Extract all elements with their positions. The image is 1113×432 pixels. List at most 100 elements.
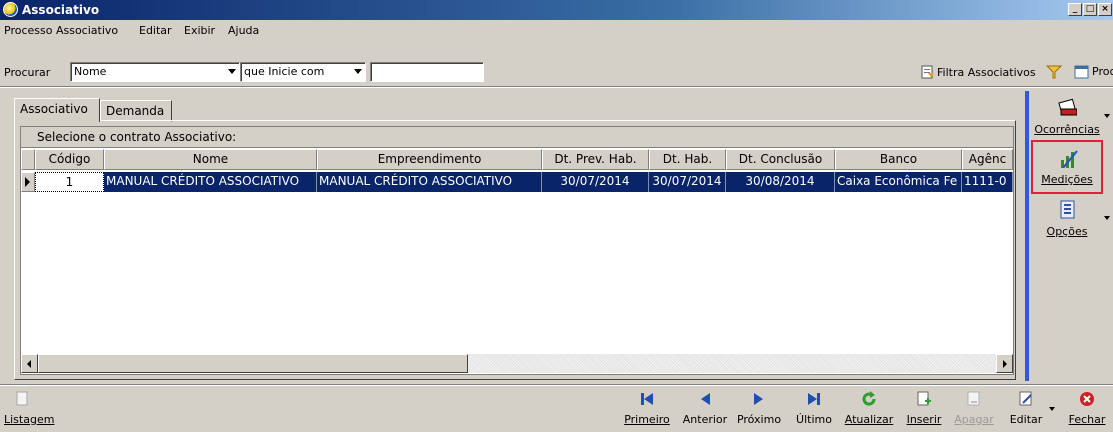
menu-exibir[interactable]: Exibir	[184, 24, 215, 37]
arrow-right-icon	[1003, 360, 1007, 368]
inserir-button[interactable]: Inserir	[904, 389, 944, 429]
ocorrencias-button[interactable]: Ocorrências	[1031, 94, 1103, 138]
insert-record-icon	[917, 391, 931, 406]
cell-dt-prev-hab[interactable]: 30/07/2014	[542, 172, 649, 192]
app-icon	[3, 2, 18, 17]
col-header-codigo[interactable]: Código	[35, 149, 104, 170]
cell-empreendimento[interactable]: MANUAL CRÉDITO ASSOCIATIVO	[317, 172, 542, 192]
window-title-bar: Associativo _ □ ×	[0, 0, 1113, 20]
ultimo-label: Último	[796, 413, 832, 426]
tab-associativo[interactable]: Associativo	[14, 98, 100, 122]
opcoes-label: Opções	[1046, 225, 1088, 238]
medicoes-icon	[1061, 150, 1078, 168]
menu-ajuda[interactable]: Ajuda	[228, 24, 259, 37]
col-header-empreendimento[interactable]: Empreendimento	[317, 149, 542, 170]
minimize-button[interactable]: _	[1068, 3, 1082, 16]
procurar-button[interactable]: Procurar	[1066, 64, 1113, 82]
col-header-dt-conclusao[interactable]: Dt. Conclusão	[726, 149, 835, 170]
menu-processo-associativo[interactable]: Processo Associativo	[4, 24, 118, 37]
chevron-down-icon	[228, 69, 236, 74]
document-filter-icon	[921, 65, 934, 79]
close-window-button[interactable]: ×	[1098, 3, 1112, 16]
close-icon	[1080, 392, 1094, 406]
delete-record-icon	[967, 391, 980, 406]
proximo-button[interactable]: Próximo	[736, 389, 782, 429]
grid-group-text: Selecione o contrato Associativo:	[37, 130, 237, 144]
cell-nome[interactable]: MANUAL CRÉDITO ASSOCIATIVO	[104, 172, 317, 192]
medicoes-button[interactable]: Medições	[1031, 140, 1103, 194]
row-pointer-icon	[25, 177, 30, 187]
fechar-label: Fechar	[1068, 413, 1106, 426]
refresh-icon	[862, 391, 876, 406]
atualizar-button[interactable]: Atualizar	[843, 389, 895, 429]
editar-dropdown-icon[interactable]	[1049, 407, 1055, 411]
first-record-icon	[641, 393, 653, 405]
medicoes-label: Medições	[1041, 173, 1093, 186]
procurar-label: Procurar	[1092, 65, 1113, 78]
opcoes-button[interactable]: Opções	[1031, 196, 1103, 240]
horizontal-scrollbar[interactable]	[21, 354, 1013, 373]
window-title: Associativo	[22, 3, 100, 17]
anterior-label: Anterior	[682, 413, 728, 426]
opcoes-icon	[1060, 200, 1075, 219]
cell-codigo[interactable]: 1	[35, 172, 104, 192]
search-input[interactable]	[370, 62, 484, 82]
bottom-divider	[0, 384, 1113, 386]
search-field-value: Nome	[74, 65, 107, 78]
funnel-icon[interactable]	[1046, 65, 1062, 79]
toolbar-divider	[0, 86, 1113, 88]
cell-dt-hab[interactable]: 30/07/2014	[649, 172, 726, 192]
scroll-left-button[interactable]	[21, 354, 38, 373]
cell-banco[interactable]: Caixa Econômica Fe	[835, 172, 962, 192]
opcoes-dropdown-icon[interactable]	[1104, 216, 1110, 220]
next-record-icon	[754, 393, 763, 405]
anterior-button[interactable]: Anterior	[680, 389, 730, 429]
listagem-button[interactable]: Listagem	[4, 389, 62, 429]
col-header-dt-prev-hab[interactable]: Dt. Prev. Hab.	[542, 149, 649, 170]
tab-demanda[interactable]: Demanda	[100, 100, 172, 122]
tab-associativo-label: Associativo	[20, 102, 88, 116]
search-label: Procurar	[4, 66, 51, 79]
search-field-select[interactable]: Nome	[70, 62, 240, 82]
proximo-label: Próximo	[736, 413, 782, 426]
arrow-left-icon	[27, 360, 31, 368]
col-header-dt-hab[interactable]: Dt. Hab.	[649, 149, 726, 170]
menu-bar: Processo Associativo Editar Exibir Ajuda	[0, 20, 1113, 38]
calendar-search-icon	[1074, 65, 1089, 79]
editar-button[interactable]: Editar	[1008, 389, 1044, 429]
previous-record-icon	[701, 393, 710, 405]
ocorrencias-icon	[1058, 98, 1077, 116]
search-mode-value: que Inicie com	[244, 65, 325, 78]
row-indicator[interactable]	[21, 172, 35, 192]
last-record-icon	[808, 393, 820, 405]
listagem-icon	[16, 391, 28, 406]
col-header-banco[interactable]: Banco	[835, 149, 962, 170]
editar-label: Editar	[1009, 413, 1043, 426]
col-header-nome[interactable]: Nome	[104, 149, 317, 170]
filtra-associativos-label: Filtra Associativos	[937, 66, 1036, 79]
row-indicator-header	[21, 149, 35, 170]
ultimo-button[interactable]: Último	[794, 389, 834, 429]
scroll-right-button[interactable]	[996, 354, 1013, 373]
side-accent-bar	[1025, 91, 1029, 381]
inserir-label: Inserir	[906, 413, 942, 426]
fechar-button[interactable]: Fechar	[1066, 389, 1108, 429]
scroll-thumb[interactable]	[38, 354, 468, 373]
ocorrencias-dropdown-icon[interactable]	[1104, 114, 1110, 118]
search-mode-select[interactable]: que Inicie com	[240, 62, 366, 82]
atualizar-label: Atualizar	[844, 413, 894, 426]
maximize-button[interactable]: □	[1083, 3, 1097, 16]
cell-dt-conclusao[interactable]: 30/08/2014	[726, 172, 835, 192]
col-header-agencia[interactable]: Agênc	[962, 149, 1013, 170]
grid-group-bar: Selecione o contrato Associativo:	[21, 127, 1013, 148]
edit-record-icon	[1019, 391, 1032, 406]
primeiro-button[interactable]: Primeiro	[624, 389, 670, 429]
chevron-down-icon	[354, 69, 362, 74]
tab-demanda-label: Demanda	[106, 104, 165, 118]
ocorrencias-label: Ocorrências	[1034, 123, 1100, 136]
apagar-label: Apagar	[954, 413, 994, 426]
menu-editar[interactable]: Editar	[139, 24, 172, 37]
cell-agencia[interactable]: 1111-0	[962, 172, 1013, 192]
listagem-label: Listagem	[4, 413, 55, 426]
apagar-button[interactable]: Apagar	[954, 389, 994, 429]
